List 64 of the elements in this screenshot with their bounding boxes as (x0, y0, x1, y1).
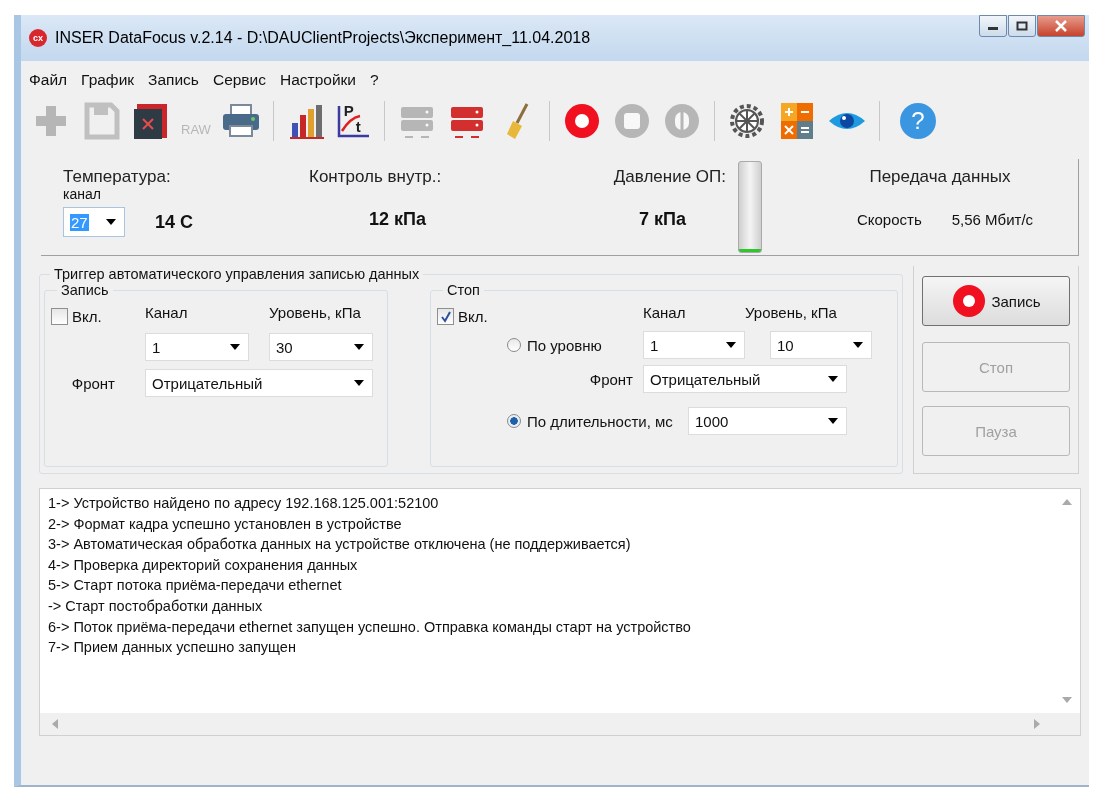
group-title: Стоп (446, 282, 481, 298)
menu-item[interactable]: ? (370, 71, 379, 95)
caret-icon (354, 380, 364, 386)
minimize-button[interactable] (979, 15, 1007, 37)
scroll-up-icon[interactable] (1062, 499, 1072, 505)
menu-item[interactable]: Настройки (280, 71, 357, 95)
log-line: 2-> Формат кадра успешно установлен в устройстве (48, 514, 403, 534)
temperature-label: Температура: (63, 167, 172, 187)
enable-checkbox[interactable]: Вкл. (437, 308, 507, 325)
log-line: -> Старт постобработки данных (48, 596, 264, 616)
record-icon (951, 283, 988, 319)
check-icon (439, 310, 452, 323)
caret-icon (106, 219, 116, 225)
group-title: Запись (60, 282, 110, 298)
log-line: 6-> Поток приёма-передачи ethernet запущен успешно. Отправка команды старт на устройство (48, 617, 692, 637)
log-line: 7-> Прием данных успешно запущен (48, 638, 297, 658)
control-label: Контроль внутр.: (309, 167, 443, 187)
caret-icon (828, 376, 838, 382)
front-label: Фронт (71, 374, 115, 392)
speed-label: Скорость (856, 211, 922, 228)
app-icon: cx (29, 29, 47, 47)
channel-header: Канал (145, 304, 189, 323)
level-dropdown[interactable]: 30 (269, 333, 373, 361)
channel-dropdown[interactable]: 1 (145, 333, 249, 361)
menu-item[interactable]: Сервис (212, 71, 266, 95)
channel-label: канал (63, 187, 102, 201)
caret-icon (230, 344, 240, 350)
level-mode-radio[interactable]: По уровню (507, 331, 602, 359)
level-header: Уровень, кПа (745, 304, 838, 323)
menu-item[interactable]: Запись (148, 71, 199, 95)
front-dropdown[interactable]: Отрицательный (643, 365, 847, 393)
group-title: Триггер автоматического управления записью данных (53, 266, 421, 282)
log-line: 3-> Автоматическая обработка данных на устройстве отключена (не поддерживается) (48, 535, 632, 555)
caret-icon (828, 418, 838, 424)
menu-item[interactable]: График (81, 71, 135, 95)
temperature-value: 14 C (155, 211, 194, 233)
caret-icon (853, 342, 863, 348)
pressure-value: 7 кПа (639, 209, 686, 230)
menu-item[interactable]: Файл (29, 71, 68, 95)
channel-dropdown[interactable]: 1 (643, 331, 745, 359)
level-header: Уровень, кПа (269, 304, 362, 323)
duration-dropdown[interactable]: 1000 (688, 407, 847, 435)
level-dropdown[interactable]: 10 (770, 331, 872, 359)
speed-value: 5,56 Мбит/с (951, 211, 1034, 228)
log-line: 4-> Проверка директорий сохранения данных (48, 555, 359, 575)
enable-checkbox[interactable]: Вкл. (51, 308, 125, 325)
record-button[interactable]: Запись (922, 276, 1070, 326)
caret-icon (726, 342, 736, 348)
pressure-label: Давление ОП: (613, 167, 726, 187)
maximize-button[interactable] (1008, 15, 1036, 37)
caret-icon (354, 344, 364, 350)
control-value: 12 кПа (369, 209, 427, 230)
window-title: INSER DataFocus v.2.14 - D:\DAUClientProjects\Эксперимент_11.04.2018 (55, 29, 591, 47)
close-icon (1054, 20, 1068, 32)
maximize-icon (1016, 21, 1028, 31)
front-dropdown[interactable]: Отрицательный (145, 369, 373, 397)
scroll-down-icon[interactable] (1062, 697, 1072, 703)
duration-mode-radio[interactable]: По длительности, мс (507, 412, 673, 430)
front-label: Фронт (589, 370, 633, 388)
transfer-label: Передача данных (869, 167, 1011, 187)
close-button[interactable] (1037, 15, 1085, 37)
channel-header: Канал (643, 304, 687, 323)
log-line: 1-> Устройство найдено по адресу 192.168.125.001:52100 (48, 494, 440, 513)
log-line: 5-> Старт потока приёма-передачи ethernet (48, 576, 343, 596)
